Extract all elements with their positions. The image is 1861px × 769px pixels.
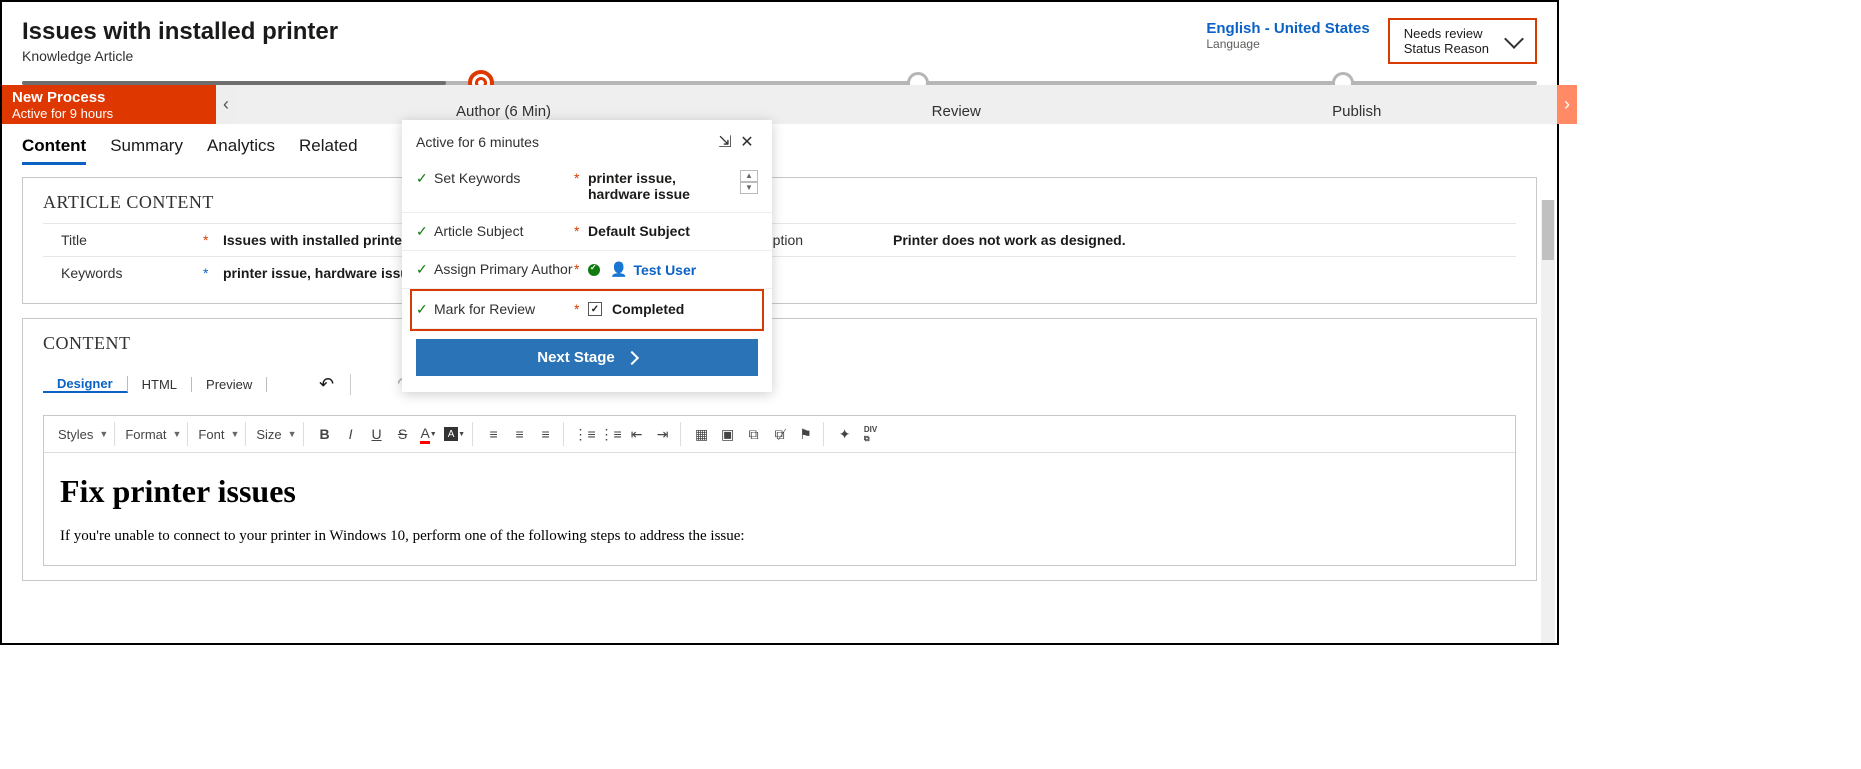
check-icon: ✓ xyxy=(416,170,434,187)
preview-tab[interactable]: Preview xyxy=(192,377,267,392)
chevron-down-icon xyxy=(1504,29,1524,49)
editor-toolbar: Styles▼ Format▼ Font▼ Size▼ B I U S A▼ A… xyxy=(44,416,1515,453)
verified-icon xyxy=(588,264,600,276)
next-stage-button[interactable]: Next Stage xyxy=(416,339,758,376)
check-icon: ✓ xyxy=(416,223,434,240)
article-content-section: ARTICLE CONTENT Title * Issues with inst… xyxy=(22,177,1537,304)
primary-author-value[interactable]: 👤 Test User xyxy=(588,261,758,278)
strike-button[interactable]: S xyxy=(392,423,414,445)
bpf-next-button[interactable]: › xyxy=(1557,85,1577,124)
content-section: CONTENT Designer HTML Preview ↶ ↷ Styles… xyxy=(22,318,1537,581)
section-title: ARTICLE CONTENT xyxy=(43,192,1516,213)
format-dropdown[interactable]: Format▼ xyxy=(119,422,188,446)
sparkle-button[interactable]: ✦ xyxy=(834,423,856,445)
text-color-button[interactable]: A▼ xyxy=(418,423,440,445)
tab-content[interactable]: Content xyxy=(22,136,86,165)
keywords-label: Keywords xyxy=(43,265,203,281)
styles-dropdown[interactable]: Styles▼ xyxy=(52,422,115,446)
content-paragraph: If you're unable to connect to your prin… xyxy=(60,528,1499,545)
flyout-title: Active for 6 minutes xyxy=(416,134,714,150)
stage-flyout: Active for 6 minutes ⇲ ✕ ✓ Set Keywords … xyxy=(402,120,772,392)
record-title: Issues with installed printer xyxy=(22,18,1192,46)
bpf-stage-author[interactable]: Author (6 Min) xyxy=(236,85,756,124)
content-heading: Fix printer issues xyxy=(60,473,1499,510)
form-header: Issues with installed printer Knowledge … xyxy=(2,2,1557,72)
tab-related[interactable]: Related xyxy=(299,136,358,165)
entity-name: Knowledge Article xyxy=(22,48,1192,64)
html-tab[interactable]: HTML xyxy=(128,377,192,392)
size-dropdown[interactable]: Size▼ xyxy=(250,422,303,446)
image-button[interactable]: ▣ xyxy=(717,423,739,445)
unlink-button[interactable]: ⧉̸ xyxy=(769,423,791,445)
bg-color-button[interactable]: A▼ xyxy=(444,423,466,445)
underline-button[interactable]: U xyxy=(366,423,388,445)
tab-summary[interactable]: Summary xyxy=(110,136,183,165)
bpf-stage-review[interactable]: Review xyxy=(756,85,1157,124)
vertical-scrollbar[interactable] xyxy=(1541,200,1555,643)
dock-icon[interactable]: ⇲ xyxy=(714,132,736,152)
section-title: CONTENT xyxy=(43,333,1516,354)
unordered-list-button[interactable]: ⋮≡ xyxy=(600,423,622,445)
header-language[interactable]: English - United States Language xyxy=(1192,18,1383,53)
font-dropdown[interactable]: Font▼ xyxy=(192,422,246,446)
align-center-button[interactable]: ≡ xyxy=(509,423,531,445)
align-left-button[interactable]: ≡ xyxy=(483,423,505,445)
person-icon: 👤 xyxy=(610,261,627,278)
close-icon[interactable]: ✕ xyxy=(736,132,758,152)
bpf-process-label[interactable]: New Process Active for 9 hours xyxy=(2,85,216,124)
header-status-reason[interactable]: Needs review Status Reason xyxy=(1388,18,1537,64)
mark-for-review-value[interactable]: ✓Completed xyxy=(588,301,758,317)
italic-button[interactable]: I xyxy=(340,423,362,445)
form-tabs: Content Summary Analytics Related xyxy=(2,124,1557,165)
scroll-control[interactable]: ▲▼ xyxy=(740,170,758,194)
align-right-button[interactable]: ≡ xyxy=(535,423,557,445)
bpf-prev-button[interactable]: ‹ xyxy=(216,85,236,124)
tab-analytics[interactable]: Analytics xyxy=(207,136,275,165)
ordered-list-button[interactable]: ⋮≡ xyxy=(574,423,596,445)
flag-button[interactable]: ⚑ xyxy=(795,423,817,445)
article-subject-value[interactable]: Default Subject xyxy=(588,223,758,239)
table-button[interactable]: ▦ xyxy=(691,423,713,445)
outdent-button[interactable]: ⇤ xyxy=(626,423,648,445)
title-label: Title xyxy=(43,232,203,248)
link-button[interactable]: ⧉ xyxy=(743,423,765,445)
bold-button[interactable]: B xyxy=(314,423,336,445)
set-keywords-value[interactable]: printer issue, hardware issue xyxy=(588,170,740,202)
description-value[interactable]: Printer does not work as designed. xyxy=(893,232,1516,248)
indent-button[interactable]: ⇥ xyxy=(652,423,674,445)
bpf-stage-publish[interactable]: Publish xyxy=(1157,85,1558,124)
editor-body[interactable]: Fix printer issues If you're unable to c… xyxy=(44,453,1515,565)
div-button[interactable]: DIV⧉ xyxy=(860,423,882,445)
business-process-flow: New Process Active for 9 hours ‹ Author … xyxy=(2,72,1557,124)
check-icon: ✓ xyxy=(416,261,434,278)
arrow-right-icon xyxy=(625,350,639,364)
undo-button[interactable]: ↶ xyxy=(303,374,351,395)
designer-tab[interactable]: Designer xyxy=(43,376,128,393)
check-icon: ✓ xyxy=(416,301,434,318)
